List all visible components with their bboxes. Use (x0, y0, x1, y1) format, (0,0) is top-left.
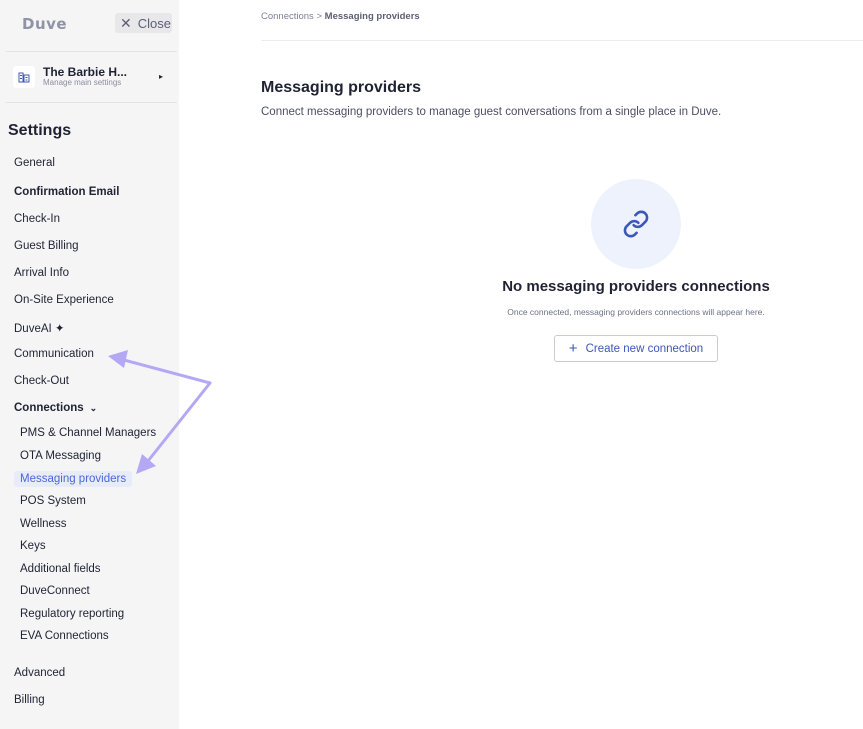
sidebar-subitem-regulatory-reporting[interactable]: Regulatory reporting (20, 608, 124, 620)
empty-state-icon-container (591, 179, 681, 269)
sidebar-subitem-pos-system[interactable]: POS System (20, 495, 86, 507)
property-selector[interactable]: The Barbie H... Manage main settings ▸ (13, 64, 173, 90)
sidebar-item-advanced[interactable]: Advanced (14, 667, 65, 679)
sidebar-item-guest-billing[interactable]: Guest Billing (14, 240, 79, 252)
sidebar-subitem-eva-connections[interactable]: EVA Connections (20, 630, 109, 642)
sidebar-subitem-messaging-providers[interactable]: Messaging providers (14, 471, 133, 487)
sidebar-subitem-ota-messaging[interactable]: OTA Messaging (20, 450, 101, 462)
sidebar-subitem-keys[interactable]: Keys (20, 540, 46, 552)
breadcrumb-parent-link[interactable]: Connections (261, 11, 314, 22)
sidebar-item-check-in[interactable]: Check-In (14, 213, 60, 225)
sidebar-item-check-out[interactable]: Check-Out (14, 375, 69, 387)
page-description: Connect messaging providers to manage gu… (261, 106, 722, 118)
sidebar-item-on-site-experience[interactable]: On-Site Experience (14, 294, 114, 306)
sidebar-divider (6, 51, 177, 52)
header-divider (261, 40, 863, 41)
breadcrumb-separator: > (316, 11, 323, 22)
breadcrumb: Connections > Messaging providers (261, 11, 420, 22)
sidebar-item-general[interactable]: General (14, 157, 55, 169)
sidebar-item-communication[interactable]: Communication (14, 348, 94, 360)
caret-right-icon: ▸ (159, 72, 164, 81)
sidebar-item-billing[interactable]: Billing (14, 694, 45, 706)
property-subtitle: Manage main settings (43, 78, 122, 87)
breadcrumb-current: Messaging providers (324, 11, 420, 22)
duve-logo: Duve (22, 15, 68, 33)
sidebar-divider (6, 102, 177, 103)
create-new-connection-button[interactable]: + Create new connection (554, 335, 718, 362)
sidebar-item-arrival-info[interactable]: Arrival Info (14, 267, 69, 279)
sidebar-subitem-duveconnect[interactable]: DuveConnect (20, 585, 90, 597)
sidebar-item-confirmation-email[interactable]: Confirmation Email (14, 186, 119, 198)
link-icon (623, 210, 649, 238)
property-name: The Barbie H... (43, 65, 128, 79)
settings-sidebar: Duve ✕ Close The Barbie H... Manage main… (0, 0, 179, 729)
sidebar-item-connections[interactable]: Connections ⌄ (14, 402, 97, 414)
chevron-down-icon: ⌄ (89, 403, 98, 413)
sidebar-item-duveai[interactable]: DuveAI ✦ (14, 321, 65, 335)
page-title: Messaging providers (261, 79, 422, 96)
sidebar-subitem-pms-channel-managers[interactable]: PMS & Channel Managers (20, 427, 156, 439)
empty-state-title: No messaging providers connections (502, 278, 770, 295)
create-button-label: Create new connection (585, 342, 704, 355)
sidebar-item-label: Connections (14, 402, 84, 414)
plus-icon: + (568, 340, 578, 357)
sidebar-subitem-wellness[interactable]: Wellness (20, 518, 66, 530)
empty-state-subtitle: Once connected, messaging providers conn… (507, 307, 765, 317)
settings-title: Settings (8, 122, 72, 139)
close-button[interactable]: ✕ Close (115, 13, 172, 33)
sidebar-subitem-additional-fields[interactable]: Additional fields (20, 563, 101, 575)
building-icon (13, 66, 35, 88)
close-label: Close (137, 15, 171, 31)
close-icon: ✕ (120, 14, 132, 31)
